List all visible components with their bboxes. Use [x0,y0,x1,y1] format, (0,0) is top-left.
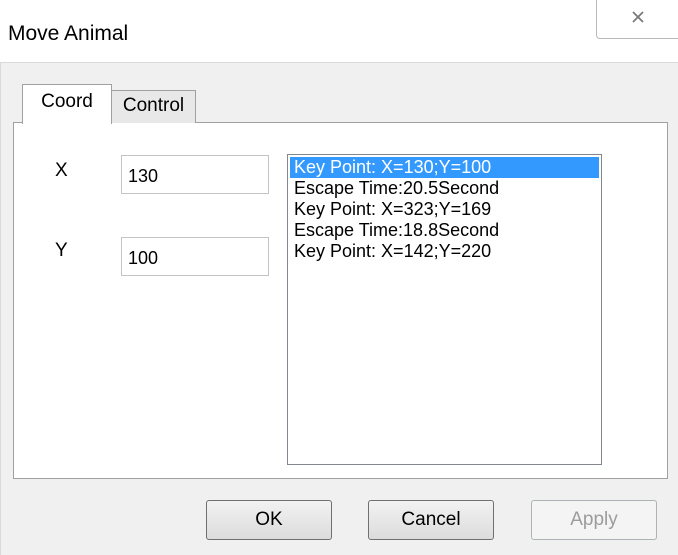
apply-button[interactable]: Apply [531,500,657,540]
y-label: Y [55,240,68,261]
list-item[interactable]: Escape Time:20.5Second [290,178,599,199]
ok-button[interactable]: OK [206,500,332,540]
tab-coord[interactable]: Coord [22,84,112,124]
x-input[interactable]: 130 [121,155,269,194]
close-button[interactable] [596,0,678,39]
key-point-list[interactable]: Key Point: X=130;Y=100 Escape Time:20.5S… [287,154,602,465]
list-item[interactable]: Key Point: X=130;Y=100 [290,157,599,178]
list-item[interactable]: Escape Time:18.8Second [290,220,599,241]
y-input[interactable]: 100 [121,237,269,276]
cancel-button[interactable]: Cancel [368,500,494,540]
window-title: Move Animal [8,22,129,45]
tab-control[interactable]: Control [112,90,196,123]
list-item[interactable]: Key Point: X=142;Y=220 [290,241,599,262]
list-item[interactable]: Key Point: X=323;Y=169 [290,199,599,220]
close-icon [632,11,644,23]
x-label: X [55,160,68,181]
